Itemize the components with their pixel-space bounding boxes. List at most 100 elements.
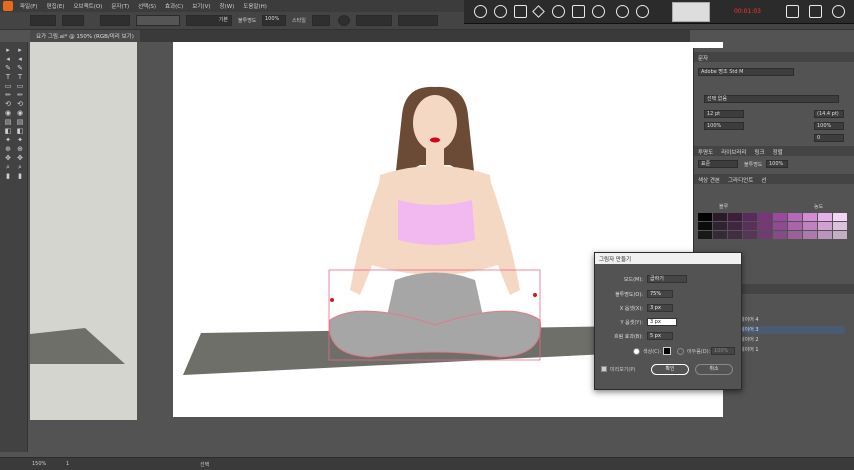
preview-checkbox[interactable]: [601, 366, 607, 372]
swatch[interactable]: [803, 231, 817, 239]
swatch[interactable]: [818, 222, 832, 230]
fill-swatch[interactable]: [30, 15, 56, 26]
vertical-scale-input[interactable]: 100%: [704, 122, 744, 130]
document-tab[interactable]: 요가 그림.ai* @ 150% (RGB/미리 보기): [30, 30, 140, 42]
tool-icon[interactable]: ⌕: [16, 163, 24, 171]
swatch-grid[interactable]: [698, 213, 848, 241]
stroke-style-select[interactable]: 기본: [186, 15, 232, 26]
swatch[interactable]: [698, 222, 712, 230]
swatch[interactable]: [728, 213, 742, 221]
font-family-select[interactable]: Adobe 명조 Std M: [698, 68, 794, 76]
swatch[interactable]: [728, 222, 742, 230]
record-icon[interactable]: [474, 5, 487, 18]
tool-icon[interactable]: ◉: [4, 109, 12, 117]
layer-row[interactable]: 레이어 3: [740, 326, 845, 334]
swatch[interactable]: [743, 222, 757, 230]
page-number[interactable]: 1: [66, 461, 69, 467]
tool-icon[interactable]: ✦: [4, 136, 12, 144]
swatch[interactable]: [743, 213, 757, 221]
screen-icon[interactable]: [809, 5, 822, 18]
swatch[interactable]: [758, 222, 772, 230]
tool-icon[interactable]: ◂: [16, 55, 24, 63]
settings-icon[interactable]: [832, 5, 845, 18]
swatch[interactable]: [833, 222, 847, 230]
menu-edit[interactable]: 편집(E): [47, 2, 65, 10]
tool-icon[interactable]: ⟲: [16, 100, 24, 108]
opacity-input[interactable]: 75%: [647, 290, 673, 298]
menu-help[interactable]: 도움말(H): [243, 2, 267, 10]
webcam-preview[interactable]: [672, 2, 710, 22]
menu-type[interactable]: 문자(T): [111, 2, 129, 10]
shadow-color-swatch[interactable]: [663, 347, 671, 355]
swatch[interactable]: [743, 231, 757, 239]
swatch[interactable]: [788, 213, 802, 221]
menu-object[interactable]: 오브젝트(O): [73, 2, 102, 10]
tab-gradient[interactable]: 그라디언트: [728, 176, 753, 184]
tab-stroke[interactable]: 선: [761, 176, 766, 184]
menu-view[interactable]: 보기(V): [192, 2, 210, 10]
tool-icon[interactable]: ▤: [4, 118, 12, 126]
tab-libraries[interactable]: 라이브러리: [721, 148, 746, 156]
tool-icon[interactable]: ✎: [16, 64, 24, 72]
tool-icon[interactable]: ▮: [4, 172, 12, 180]
transform-controls[interactable]: [398, 15, 438, 26]
zoom-x2-icon[interactable]: [592, 5, 605, 18]
camera-icon[interactable]: [514, 5, 527, 18]
font-style-select[interactable]: 선택 없음: [704, 95, 839, 103]
swatch[interactable]: [803, 213, 817, 221]
tool-icon[interactable]: T: [4, 73, 12, 81]
crop-icon[interactable]: [572, 5, 585, 18]
font-size-input[interactable]: 12 pt: [704, 110, 744, 118]
swatch[interactable]: [788, 222, 802, 230]
tab-swatches[interactable]: 색상 견본: [698, 176, 720, 184]
graphic-style-select[interactable]: [312, 15, 330, 26]
swatch[interactable]: [758, 231, 772, 239]
mouse-icon[interactable]: [636, 5, 649, 18]
tool-icon[interactable]: ◉: [16, 109, 24, 117]
layer-row[interactable]: 레이어 2: [740, 336, 845, 344]
darkness-radio[interactable]: [677, 348, 684, 355]
zoom-level[interactable]: 150%: [32, 461, 46, 467]
x-offset-input[interactable]: 3 px: [647, 304, 673, 312]
variable-width[interactable]: [136, 15, 180, 26]
swatch[interactable]: [713, 222, 727, 230]
menu-effect[interactable]: 효과(C): [165, 2, 183, 10]
blend-mode-select[interactable]: 표준: [698, 160, 738, 168]
flame-icon[interactable]: [616, 5, 629, 18]
recolor-icon[interactable]: [338, 15, 350, 26]
pause-icon[interactable]: [494, 5, 507, 18]
swatch[interactable]: [818, 213, 832, 221]
yoga-woman-illustration[interactable]: [320, 85, 550, 365]
swatch[interactable]: [758, 213, 772, 221]
cancel-button[interactable]: 취소: [695, 364, 733, 375]
tab-transparency[interactable]: 투명도: [698, 148, 713, 156]
y-offset-input[interactable]: 3 px: [647, 318, 677, 326]
tool-icon[interactable]: ▤: [16, 118, 24, 126]
tool-icon[interactable]: ⊕: [4, 145, 12, 153]
swatch[interactable]: [803, 222, 817, 230]
align-controls[interactable]: [356, 15, 392, 26]
tool-icon[interactable]: ✏: [16, 91, 24, 99]
zoom-in-icon[interactable]: [552, 5, 565, 18]
stroke-swatch[interactable]: [62, 15, 84, 26]
leading-input[interactable]: (14.4 pt): [814, 110, 844, 118]
swatch[interactable]: [698, 231, 712, 239]
tool-icon[interactable]: ⌕: [4, 163, 12, 171]
swatch[interactable]: [773, 231, 787, 239]
swatch[interactable]: [728, 231, 742, 239]
tool-icon[interactable]: ✏: [4, 91, 12, 99]
menu-select[interactable]: 선택(S): [138, 2, 156, 10]
mode-select[interactable]: 곱하기: [647, 275, 687, 283]
tool-icon[interactable]: ⊕: [16, 145, 24, 153]
menu-window[interactable]: 창(W): [219, 2, 234, 10]
swatch[interactable]: [833, 213, 847, 221]
tool-icon[interactable]: ⟲: [4, 100, 12, 108]
tool-icon[interactable]: ✥: [4, 154, 12, 162]
swatch[interactable]: [818, 231, 832, 239]
ok-button[interactable]: 확인: [651, 364, 689, 375]
tool-icon[interactable]: ▮: [16, 172, 24, 180]
tool-icon[interactable]: ✥: [16, 154, 24, 162]
tab-links[interactable]: 링크: [755, 148, 765, 156]
tool-icon[interactable]: ▸: [16, 46, 24, 54]
pen-icon[interactable]: [532, 5, 545, 18]
